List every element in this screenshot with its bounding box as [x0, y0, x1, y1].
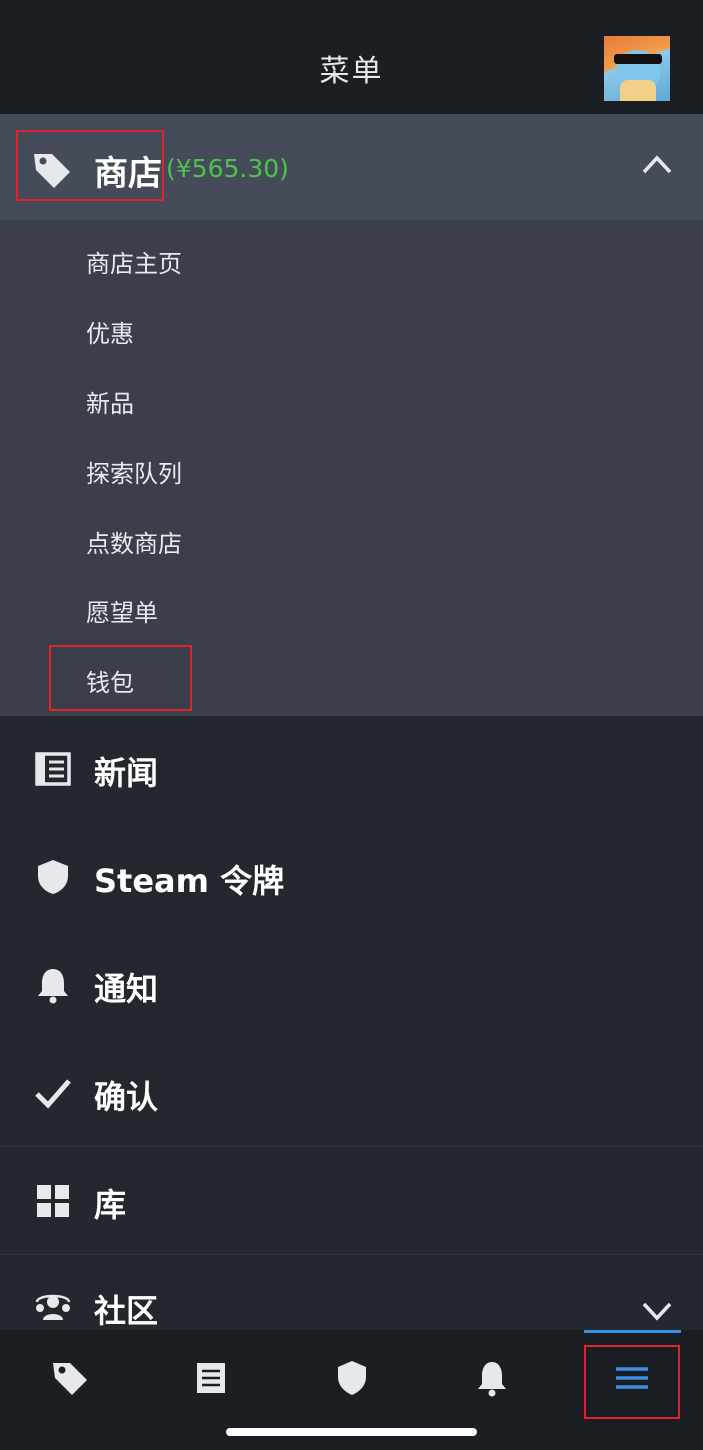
menu-item-label: 库 — [94, 1186, 127, 1224]
submenu-specials[interactable]: 优惠 — [86, 314, 134, 349]
news-icon — [35, 752, 71, 786]
divider — [0, 1146, 703, 1147]
tab-news-icon[interactable] — [191, 1358, 231, 1398]
chevron-up-icon[interactable] — [640, 152, 674, 176]
wallet-balance: (¥565.30) — [166, 154, 289, 183]
active-tab-indicator — [584, 1330, 681, 1333]
tab-bell-icon[interactable] — [472, 1358, 512, 1398]
check-icon — [35, 1079, 71, 1109]
menu-item-confirmations[interactable]: 确认 — [0, 1040, 703, 1148]
home-indicator[interactable] — [226, 1428, 477, 1436]
shield-icon — [38, 860, 68, 894]
menu-item-label: 确认 — [94, 1078, 159, 1116]
menu-item-library[interactable]: 库 — [0, 1148, 703, 1256]
tab-store-tag-icon[interactable] — [50, 1358, 90, 1398]
menu-item-label: 新闻 — [94, 754, 159, 792]
highlight-box-store — [16, 130, 164, 201]
submenu-new-releases[interactable]: 新品 — [86, 384, 134, 419]
page-title: 菜单 — [319, 54, 384, 89]
menu-item-label: 通知 — [94, 970, 159, 1008]
submenu-wishlist[interactable]: 愿望单 — [86, 593, 158, 628]
tab-shield-icon[interactable] — [332, 1358, 372, 1398]
menu-item-label: Steam 令牌 — [94, 862, 285, 900]
submenu-points-shop[interactable]: 点数商店 — [86, 524, 182, 559]
avatar[interactable] — [604, 36, 670, 101]
bottom-tab-bar — [0, 1330, 703, 1450]
store-section: 商店 (¥565.30) 商店主页 优惠 新品 探索队列 点数商店 愿望单 钱包 — [0, 114, 703, 716]
menu-item-community[interactable]: 社区 — [0, 1256, 703, 1330]
bell-icon — [38, 969, 68, 1004]
highlight-box-menu-tab — [584, 1345, 680, 1419]
grid-icon — [37, 1185, 69, 1217]
menu-item-steam-guard[interactable]: Steam 令牌 — [0, 824, 703, 932]
menu-item-notifications[interactable]: 通知 — [0, 932, 703, 1040]
divider — [0, 1254, 703, 1255]
menu-item-label: 社区 — [94, 1292, 159, 1330]
top-bar: 菜单 — [0, 0, 703, 114]
submenu-discovery-queue[interactable]: 探索队列 — [86, 454, 182, 489]
highlight-box-wallet — [49, 645, 192, 711]
chevron-down-icon[interactable] — [640, 1298, 674, 1322]
community-icon — [35, 1294, 71, 1320]
submenu-store-home[interactable]: 商店主页 — [86, 244, 182, 279]
menu-item-news[interactable]: 新闻 — [0, 716, 703, 824]
